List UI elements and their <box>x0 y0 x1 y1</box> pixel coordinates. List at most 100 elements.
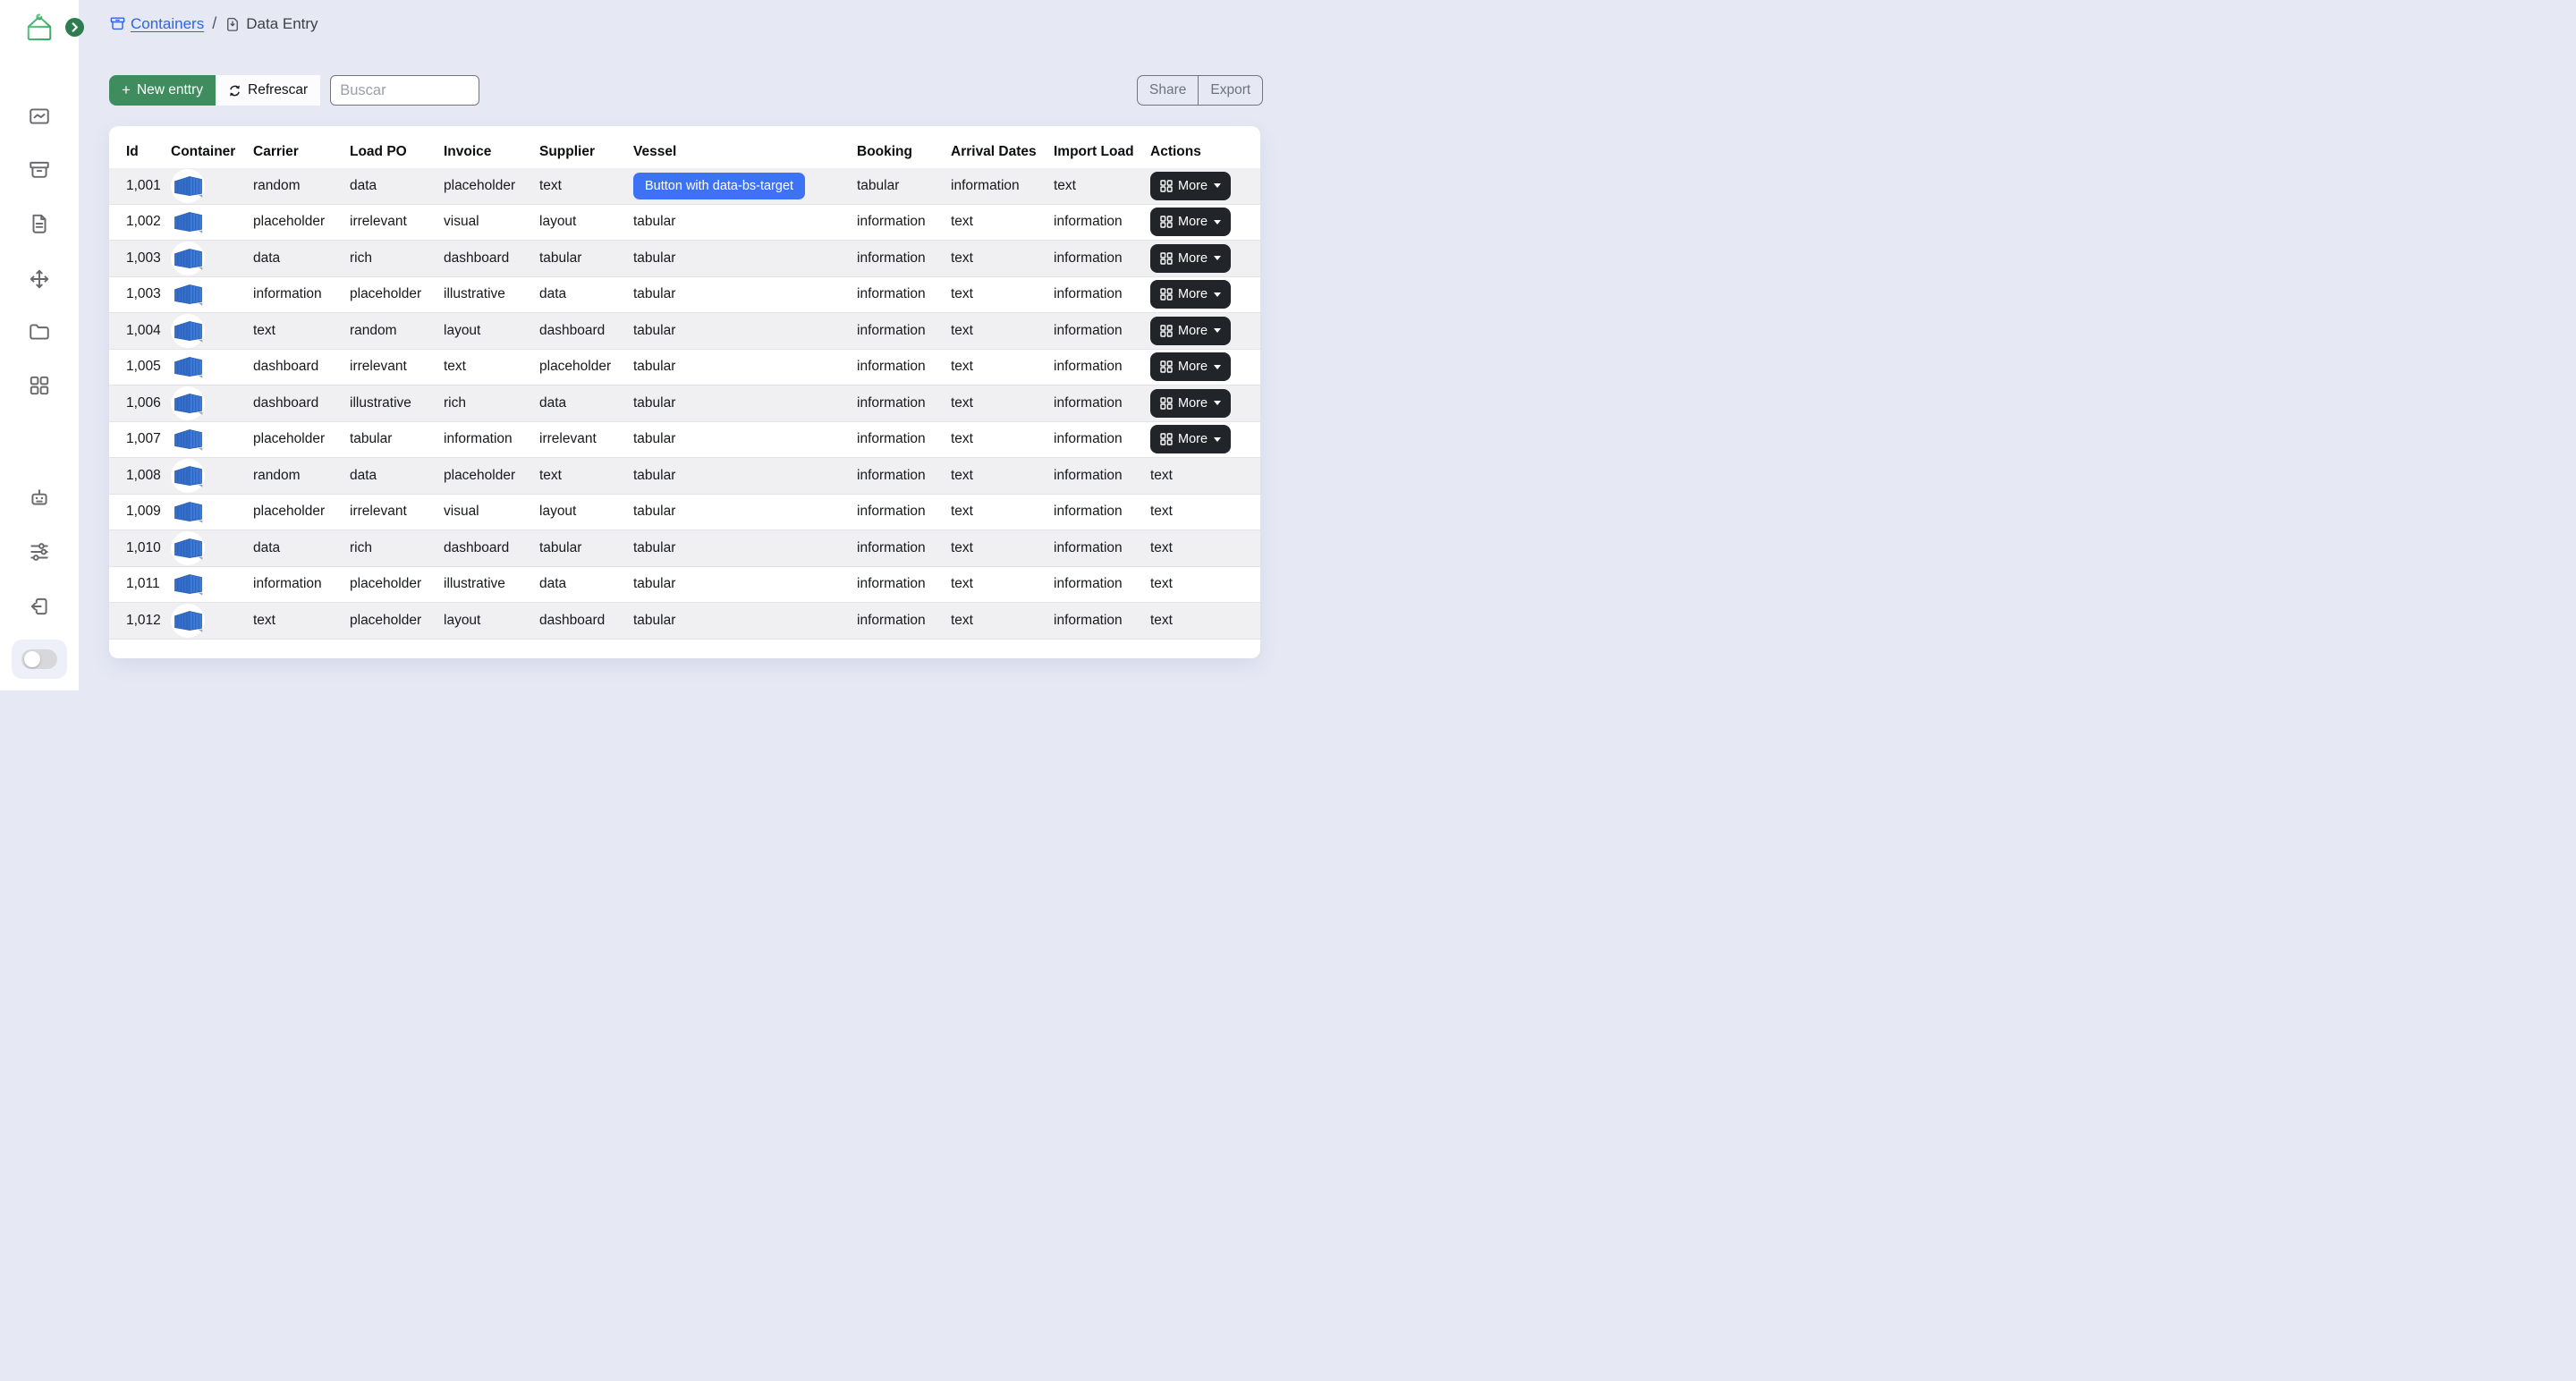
container-image <box>171 314 205 348</box>
table-row: 1,002 placeholder irrelevant visual <box>109 205 1260 241</box>
share-button[interactable]: Share <box>1137 75 1198 106</box>
cell-load-po: placeholder <box>350 576 444 592</box>
refresh-button[interactable]: Refrescar <box>216 75 320 106</box>
shipping-container-icon <box>174 210 203 233</box>
cell-container <box>171 604 253 638</box>
sidebar-item-assistant[interactable] <box>0 487 79 510</box>
cell-import-load: information <box>1054 323 1150 339</box>
cell-arrival-dates: text <box>951 431 1054 447</box>
sidebar-item-containers[interactable] <box>0 158 79 182</box>
breadcrumb-current: Data Entry <box>225 15 318 33</box>
cell-load-po: irrelevant <box>350 504 444 520</box>
more-button[interactable]: More <box>1150 317 1231 345</box>
cell-import-load: information <box>1054 250 1150 267</box>
cell-container <box>171 531 253 565</box>
more-button[interactable]: More <box>1150 352 1231 381</box>
cell-supplier: irrelevant <box>539 431 633 447</box>
more-button[interactable]: More <box>1150 280 1231 309</box>
more-button[interactable]: More <box>1150 425 1231 453</box>
cell-id: 1,003 <box>126 250 171 267</box>
sidebar-expand-button[interactable] <box>65 18 84 37</box>
cell-import-load: information <box>1054 359 1150 375</box>
more-button[interactable]: More <box>1150 172 1231 200</box>
caret-down-icon <box>1214 292 1221 297</box>
sidebar-item-files[interactable] <box>0 320 79 343</box>
breadcrumb-separator: / <box>212 14 216 33</box>
cell-container <box>171 169 253 203</box>
breadcrumb-containers-link[interactable]: Containers <box>109 15 204 33</box>
cell-arrival-dates: text <box>951 359 1054 375</box>
cell-container <box>171 241 253 275</box>
new-entry-button[interactable]: + New enttry <box>109 75 216 106</box>
cell-vessel: tabular <box>633 613 857 629</box>
cell-import-load: information <box>1054 576 1150 592</box>
breadcrumb-containers-label: Containers <box>131 15 204 33</box>
grid-icon <box>28 374 51 397</box>
cell-vessel: tabular <box>633 359 857 375</box>
cell-container <box>171 314 253 348</box>
sidebar-item-apps[interactable] <box>0 374 79 397</box>
cell-vessel: tabular <box>633 214 857 230</box>
column-header-load-po: Load PO <box>350 144 444 160</box>
grid-icon <box>1160 252 1173 265</box>
more-button[interactable]: More <box>1150 244 1231 273</box>
cell-import-load: information <box>1054 395 1150 411</box>
table-row: 1,005 dashboard irrelevant text <box>109 350 1260 386</box>
cell-load-po: data <box>350 178 444 194</box>
cell-actions: More <box>1150 244 1260 273</box>
cell-supplier: data <box>539 286 633 302</box>
cell-supplier: placeholder <box>539 359 633 375</box>
cell-invoice: dashboard <box>444 540 539 556</box>
cell-vessel: tabular <box>633 286 857 302</box>
column-header-import-load: Import Load <box>1054 144 1150 160</box>
cell-import-load: text <box>1054 178 1150 194</box>
sidebar-item-move[interactable] <box>0 267 79 291</box>
cell-id: 1,012 <box>126 613 171 629</box>
breadcrumb: Containers / Data Entry <box>109 14 318 33</box>
cell-load-po: random <box>350 323 444 339</box>
cell-supplier: layout <box>539 504 633 520</box>
cell-booking: information <box>857 286 951 302</box>
shipping-container-icon <box>174 500 203 523</box>
grid-icon <box>1160 180 1173 192</box>
cell-actions: text <box>1150 613 1260 629</box>
cell-vessel: Button with data-bs-target <box>633 173 857 199</box>
breadcrumb-current-label: Data Entry <box>246 15 318 33</box>
sidebar-item-settings[interactable] <box>0 540 79 563</box>
vessel-button[interactable]: Button with data-bs-target <box>633 173 805 199</box>
search-input[interactable] <box>330 75 479 106</box>
shipping-container-icon <box>174 247 203 270</box>
cell-load-po: placeholder <box>350 613 444 629</box>
chevron-right-icon <box>70 22 80 32</box>
column-header-invoice: Invoice <box>444 144 539 160</box>
more-button[interactable]: More <box>1150 389 1231 418</box>
cell-arrival-dates: text <box>951 395 1054 411</box>
column-header-id: Id <box>126 144 171 160</box>
cell-carrier: text <box>253 613 350 629</box>
move-arrows-icon <box>28 267 51 291</box>
cell-vessel: tabular <box>633 250 857 267</box>
export-button[interactable]: Export <box>1198 75 1263 106</box>
cell-actions: More <box>1150 352 1260 381</box>
sidebar-item-analytics[interactable] <box>0 105 79 128</box>
cell-arrival-dates: text <box>951 613 1054 629</box>
grid-icon <box>1160 216 1173 228</box>
sidebar-item-logout[interactable] <box>0 595 79 618</box>
cell-booking: information <box>857 613 951 629</box>
cell-id: 1,009 <box>126 504 171 520</box>
cell-container <box>171 422 253 456</box>
sidebar-item-documents[interactable] <box>0 212 79 235</box>
archive-box-icon <box>28 158 51 182</box>
cell-booking: information <box>857 504 951 520</box>
chart-line-icon <box>28 105 51 128</box>
refresh-icon <box>228 84 242 97</box>
theme-toggle-container <box>12 640 67 679</box>
cell-carrier: random <box>253 178 350 194</box>
theme-toggle[interactable] <box>21 649 57 669</box>
column-header-container: Container <box>171 144 253 160</box>
app-window: Containers / Data Entry + New enttry <box>0 0 1288 690</box>
cell-id: 1,001 <box>126 178 171 194</box>
cell-load-po: rich <box>350 540 444 556</box>
table-row: 1,010 data rich dashboard tabula <box>109 530 1260 567</box>
more-button[interactable]: More <box>1150 208 1231 236</box>
